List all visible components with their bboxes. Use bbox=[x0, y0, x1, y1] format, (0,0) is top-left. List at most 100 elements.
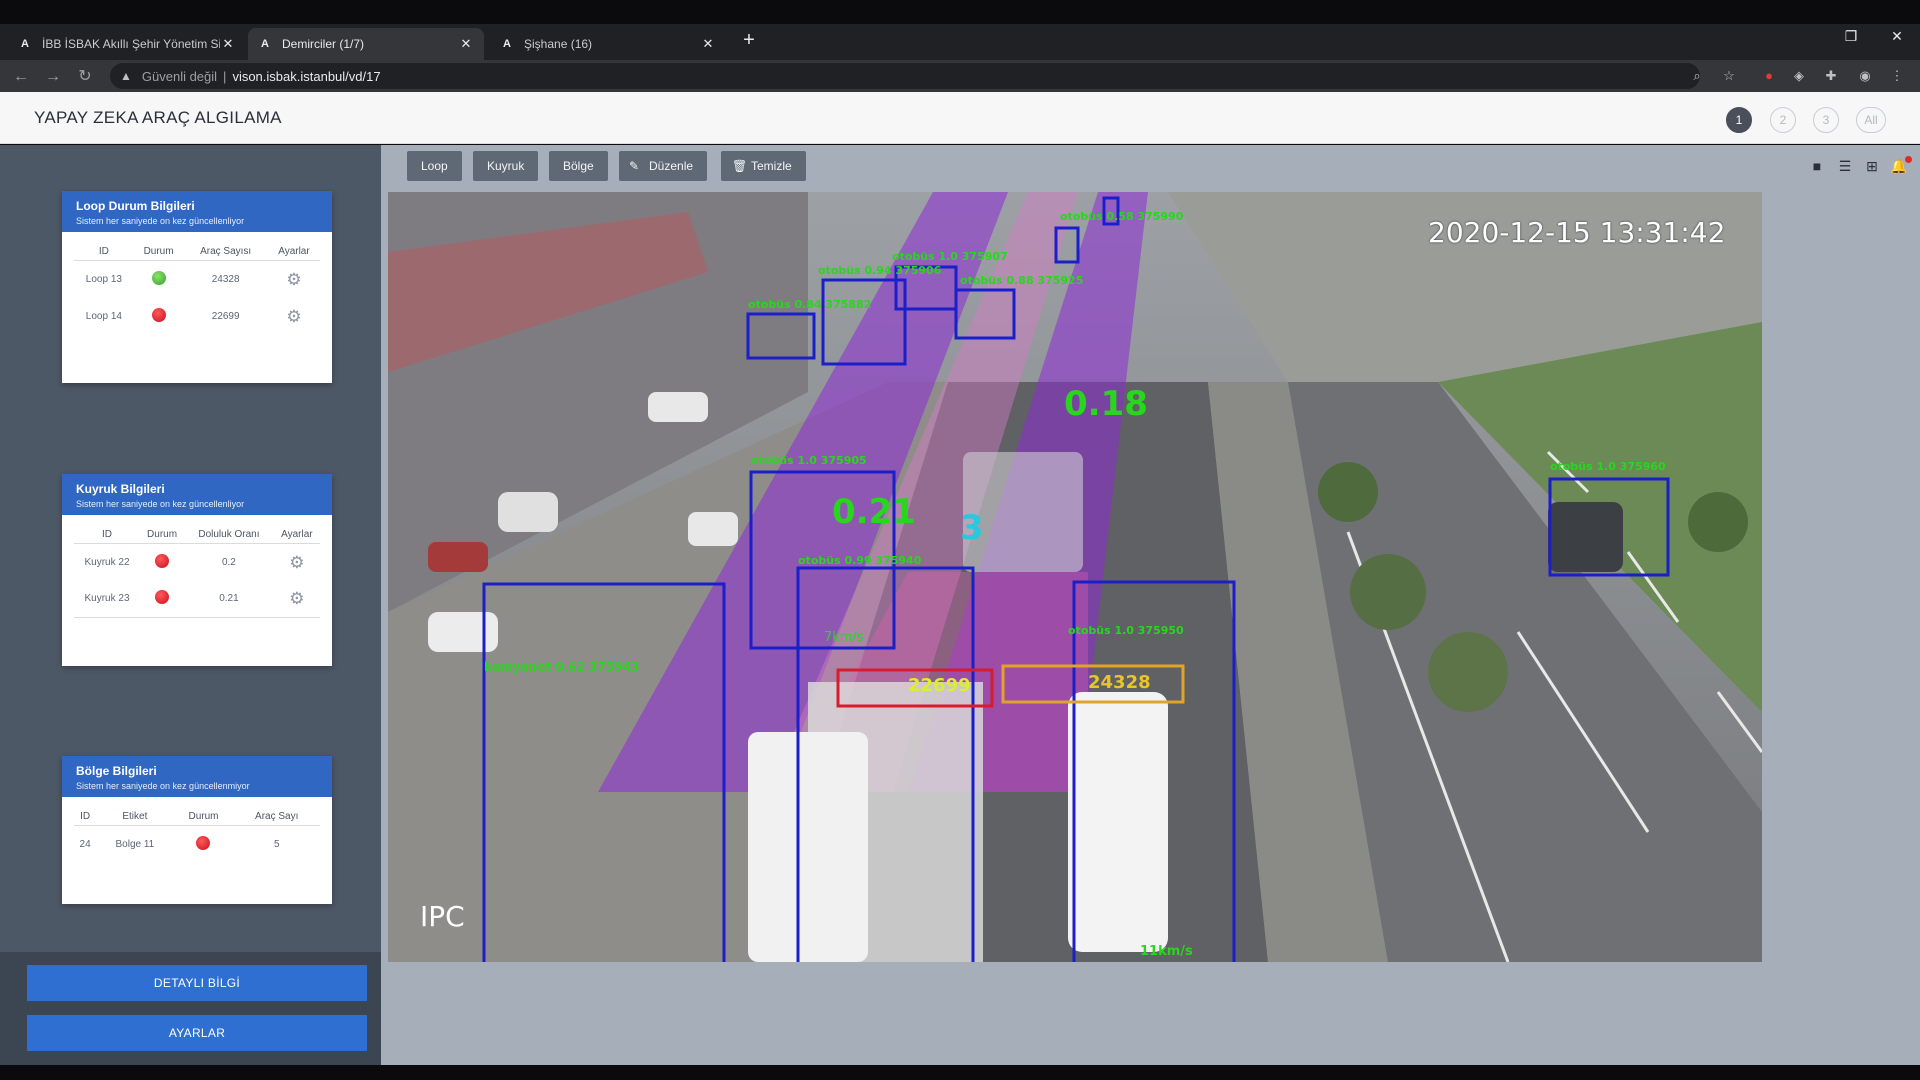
angular-icon: A bbox=[261, 38, 269, 50]
detection-label: otobüs 1.0 375960 bbox=[1550, 460, 1666, 473]
browser-tab-strip: A İBB İSBAK Akıllı Şehir Yönetim Sistemi… bbox=[0, 24, 1920, 60]
panel-title: Bölge Bilgileri bbox=[76, 764, 157, 778]
browser-tab-demirciler[interactable]: A Demirciler (1/7) ✕ bbox=[248, 28, 484, 60]
reload-icon[interactable]: ↻ bbox=[74, 66, 96, 88]
loop-status-panel: Loop Durum Bilgileri Sistem her saniyede… bbox=[62, 191, 332, 383]
grid-icon[interactable]: ⊞ bbox=[1862, 157, 1882, 175]
vehicle-count: 24328 bbox=[211, 273, 240, 285]
tab-title: Şişhane (16) bbox=[524, 37, 593, 51]
close-icon[interactable]: ✕ bbox=[458, 36, 474, 52]
status-red-dot bbox=[155, 590, 170, 605]
gear-icon[interactable]: ⚙ bbox=[286, 271, 301, 288]
loop-id: Loop 14 bbox=[85, 310, 122, 322]
status-red-dot bbox=[155, 553, 170, 568]
edit-icon: ✎ bbox=[629, 159, 640, 173]
panel-header: Loop Durum Bilgileri Sistem her saniyede… bbox=[62, 191, 332, 232]
page-button-3[interactable]: 3 bbox=[1813, 107, 1839, 133]
browser-address-bar: ← → ↻ ▲ Güvenli değil | vison.isbak.ista… bbox=[0, 60, 1920, 92]
camera-label: IPC bbox=[420, 900, 465, 933]
edit-button[interactable]: ✎ Düzenle bbox=[619, 151, 708, 181]
column-header: Etiket bbox=[96, 811, 174, 826]
browser-tab-isbak[interactable]: A İBB İSBAK Akıllı Şehir Yönetim Sistemi… bbox=[8, 28, 246, 60]
edit-label: Düzenle bbox=[649, 159, 694, 173]
zoom-search-icon[interactable]: ⌕ bbox=[1688, 67, 1706, 85]
status-red-dot bbox=[151, 307, 166, 322]
dark-car-vehicle bbox=[1548, 502, 1623, 572]
table-row: 24 Bolge 11 5 bbox=[74, 826, 320, 863]
detection-label: otobüs 1.0 375905 bbox=[751, 454, 867, 467]
region-button[interactable]: Bölge bbox=[549, 151, 608, 181]
detection-label: otobüs 0.58 375990 bbox=[1060, 210, 1184, 223]
new-tab-plus-icon[interactable]: + bbox=[738, 28, 760, 52]
pickup-vehicle bbox=[748, 732, 868, 962]
parked-car bbox=[428, 612, 498, 652]
puzzle-extensions-icon[interactable]: ✚ bbox=[1822, 67, 1840, 85]
angular-icon: A bbox=[21, 38, 29, 50]
panel-subtitle: Sistem her saniyede on kez güncellenmiyo… bbox=[76, 781, 250, 791]
parked-car bbox=[688, 512, 738, 546]
detail-info-button[interactable]: DETAYLI BİLGİ bbox=[27, 965, 367, 1001]
kebab-menu-icon[interactable]: ⋮ bbox=[1888, 67, 1906, 85]
queue-id: Kuyruk 22 bbox=[84, 556, 130, 568]
region-id: 24 bbox=[79, 838, 91, 850]
queue-value-2: 0.21 bbox=[832, 492, 916, 532]
panel-header: Bölge Bilgileri Sistem her saniyede on k… bbox=[62, 756, 332, 797]
gear-icon[interactable]: ⚙ bbox=[286, 308, 301, 325]
column-header: Durum bbox=[140, 529, 185, 544]
security-label: Güvenli değil bbox=[141, 68, 218, 84]
gear-icon[interactable]: ⚙ bbox=[289, 554, 304, 571]
back-arrow-icon[interactable]: ← bbox=[10, 66, 32, 88]
region-label: Bolge 11 bbox=[115, 838, 155, 850]
region-status-panel: Bölge Bilgileri Sistem her saniyede on k… bbox=[62, 756, 332, 904]
speed-label-2: 11km/s bbox=[1140, 944, 1193, 959]
parked-car bbox=[498, 492, 558, 532]
extension-icon[interactable]: ◈ bbox=[1790, 67, 1808, 85]
detection-label: otobüs 0.94 375906 bbox=[818, 264, 942, 277]
detection-label: otobüs 1.0 375907 bbox=[892, 250, 1008, 263]
page-button-all[interactable]: All bbox=[1856, 107, 1886, 133]
tree bbox=[1318, 462, 1378, 522]
settings-button[interactable]: AYARLAR bbox=[27, 1015, 367, 1051]
tree bbox=[1428, 632, 1508, 712]
clear-label: Temizle bbox=[751, 159, 792, 173]
queue-id: Kuyruk 23 bbox=[84, 593, 130, 605]
column-header: ID bbox=[74, 246, 134, 261]
app-header: YAPAY ZEKA ARAÇ ALGILAMA 1 2 3 All bbox=[0, 92, 1920, 144]
opera-extension-icon[interactable]: ● bbox=[1760, 67, 1778, 85]
panel-subtitle: Sistem her saniyede on kez güncellenliyo… bbox=[76, 499, 245, 509]
camera-feed[interactable]: 2020-12-15 13:31:42 IPC 0.18 0.21 3 2269… bbox=[388, 192, 1762, 962]
vehicle-count: 22699 bbox=[211, 310, 240, 322]
close-icon[interactable]: ✕ bbox=[220, 36, 236, 52]
top-black-bar bbox=[0, 0, 1920, 24]
loop-count-2: 24328 bbox=[1088, 672, 1151, 693]
column-header: ID bbox=[74, 529, 141, 544]
queue-button[interactable]: Kuyruk bbox=[473, 151, 539, 181]
parked-car bbox=[428, 542, 488, 572]
column-header: Durum bbox=[173, 811, 234, 826]
table-row: Kuyruk 23 0.21 ⚙ bbox=[74, 581, 320, 618]
column-header: Ayarlar bbox=[267, 246, 320, 261]
restore-window-icon[interactable]: ❐ bbox=[1836, 28, 1866, 45]
detection-label: otobüs 0.99 375940 bbox=[798, 554, 922, 567]
camera-icon[interactable]: ■ bbox=[1807, 157, 1827, 175]
detection-label: kamyonet 0.62 375943 bbox=[484, 660, 640, 674]
close-window-icon[interactable]: ✕ bbox=[1882, 28, 1912, 45]
bookmark-star-icon[interactable]: ☆ bbox=[1720, 67, 1738, 85]
omnibox[interactable]: ▲ Güvenli değil | vison.isbak.istanbul/v… bbox=[110, 63, 1700, 89]
queue-status-panel: Kuyruk Bilgileri Sistem her saniyede on … bbox=[62, 474, 332, 666]
loop-count-1: 22699 bbox=[908, 675, 971, 696]
occupancy-ratio: 0.21 bbox=[219, 593, 239, 605]
tree bbox=[1688, 492, 1748, 552]
tab-title: İBB İSBAK Akıllı Şehir Yönetim Sistemi bbox=[42, 37, 220, 51]
list-icon[interactable]: ☰ bbox=[1835, 157, 1855, 175]
forward-arrow-icon[interactable]: → bbox=[42, 66, 64, 88]
profile-avatar[interactable]: ◉ bbox=[1856, 67, 1874, 85]
page-button-2[interactable]: 2 bbox=[1770, 107, 1796, 133]
page-button-1[interactable]: 1 bbox=[1726, 107, 1752, 133]
loop-button[interactable]: Loop bbox=[407, 151, 462, 181]
browser-tab-sishane[interactable]: A Şişhane (16) ✕ bbox=[490, 28, 726, 60]
gear-icon[interactable]: ⚙ bbox=[289, 590, 304, 607]
close-icon[interactable]: ✕ bbox=[700, 36, 716, 52]
panel-header: Kuyruk Bilgileri Sistem her saniyede on … bbox=[62, 474, 332, 515]
clear-button[interactable]: 🗑 Temizle bbox=[721, 151, 806, 181]
